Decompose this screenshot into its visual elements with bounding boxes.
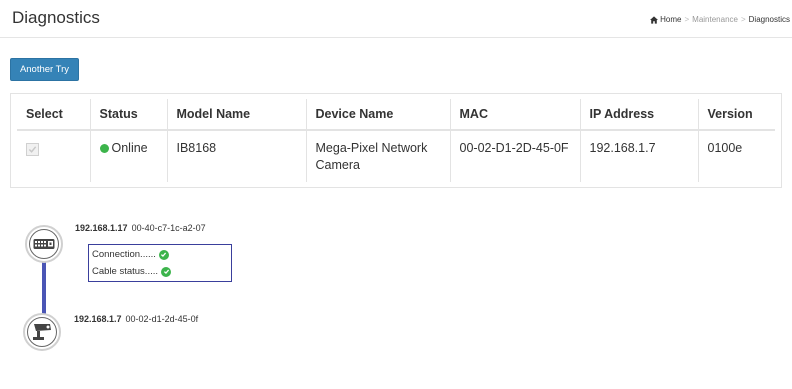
online-status-icon (99, 144, 109, 153)
col-status: Status (90, 99, 168, 131)
table-row: Online IB8168 Mega-Pixel Network Camera … (17, 130, 775, 182)
another-try-button[interactable]: Another Try (10, 58, 79, 81)
connection-status: Connection...... (92, 249, 169, 260)
switch-mac: 00-40-c7-1c-a2-07 (131, 223, 206, 233)
breadcrumb-home-label: Home (660, 15, 682, 24)
camera-icon (33, 324, 51, 340)
switch-label: 192.168.1.17 00-40-c7-1c-a2-07 (75, 223, 206, 233)
select-cell (17, 130, 91, 182)
select-checkbox[interactable] (26, 143, 39, 156)
version-cell: 0100e (707, 141, 743, 155)
connection-label: Connection...... (92, 249, 156, 260)
cable-status: Cable status..... (92, 266, 172, 277)
check-circle-icon (158, 249, 169, 260)
breadcrumb-current: Diagnostics (748, 15, 790, 24)
mac-cell: 00-02-D1-2D-45-0F (450, 130, 581, 182)
switch-ip: 192.168.1.17 (75, 223, 128, 233)
page-title: Diagnostics (12, 8, 100, 27)
link-status-box: Connection...... Cable status..... (88, 244, 232, 282)
breadcrumb-home[interactable]: Home (650, 15, 681, 24)
table-header-row: Select Status Model Name Device Name MAC… (17, 99, 775, 131)
check-icon (28, 146, 37, 153)
camera-node[interactable] (23, 313, 61, 351)
breadcrumb-separator: > (684, 15, 690, 24)
switch-node[interactable] (25, 225, 63, 263)
home-icon (650, 15, 659, 24)
ip-cell: 192.168.1.7 (580, 130, 699, 182)
device-table: Select Status Model Name Device Name MAC… (17, 99, 775, 182)
switch-icon (33, 239, 55, 249)
breadcrumb: Home > Maintenance > Diagnostics (650, 15, 790, 24)
col-model-name: Model Name (167, 99, 307, 131)
topology-diagram: 192.168.1.17 00-40-c7-1c-a2-07 Connection… (0, 200, 400, 389)
page-header: Diagnostics Home > Maintenance > Diagnos… (0, 0, 792, 38)
device-table-panel: Select Status Model Name Device Name MAC… (10, 93, 782, 188)
device-name-cell: Mega-Pixel Network Camera (306, 130, 451, 182)
col-device-name: Device Name (306, 99, 451, 131)
camera-ip: 192.168.1.7 (74, 314, 122, 324)
status-cell: Online (90, 130, 168, 182)
breadcrumb-separator: > (740, 15, 746, 24)
camera-mac: 00-02-d1-2d-45-0f (125, 314, 199, 324)
camera-label: 192.168.1.7 00-02-d1-2d-45-0f (74, 314, 198, 324)
col-select: Select (17, 99, 91, 131)
col-mac: MAC (450, 99, 581, 131)
status-text: Online (111, 141, 148, 155)
breadcrumb-maintenance[interactable]: Maintenance (692, 15, 738, 24)
model-cell: IB8168 (167, 130, 307, 182)
cable-label: Cable status..... (92, 266, 159, 277)
col-ip-address: IP Address (580, 99, 699, 131)
check-circle-icon (161, 266, 172, 277)
col-version: Version (698, 99, 775, 131)
